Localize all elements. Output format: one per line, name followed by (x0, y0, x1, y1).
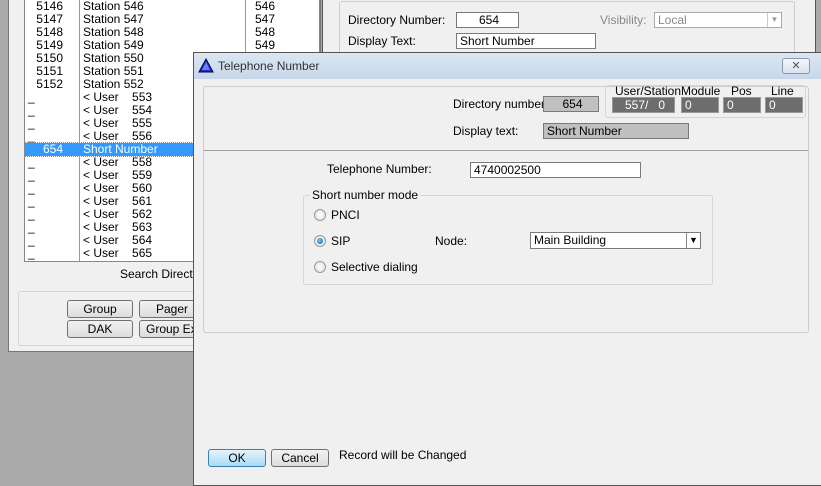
radio-label[interactable]: SIP (331, 234, 350, 248)
node-select[interactable]: Main Building ▼ (530, 232, 701, 249)
bg-visibility-label: Visibility: (600, 13, 647, 27)
directory-number-field: 654 (543, 96, 599, 112)
close-button[interactable]: ✕ (782, 58, 810, 74)
radio-label[interactable]: PNCI (331, 208, 360, 222)
location-value: 557/ 0 (612, 97, 675, 113)
display-text-field: Short Number (543, 123, 689, 139)
app-triangle-icon (198, 58, 214, 73)
directory-number-label: Directory number: (453, 97, 549, 111)
bg-display-field[interactable]: Short Number (456, 33, 596, 49)
list-item[interactable]: 5148 Station 548 548 (25, 26, 319, 39)
cancel-button[interactable]: Cancel (271, 449, 329, 467)
search-directory-label: Search Directo (120, 267, 200, 281)
list-cell-num: _ (28, 246, 35, 260)
chevron-down-icon: ▼ (686, 233, 700, 248)
node-label: Node: (435, 234, 468, 248)
bg-display-label: Display Text: (348, 34, 416, 48)
location-header: Line (771, 84, 794, 98)
display-text-label: Display text: (453, 124, 519, 138)
short-number-mode-legend: Short number mode (310, 188, 421, 202)
detail-window (322, 0, 816, 58)
location-value: 0 (681, 97, 719, 113)
location-value: 0 (765, 97, 803, 113)
status-text: Record will be Changed (339, 448, 467, 462)
telephone-number-label: Telephone Number: (327, 162, 432, 176)
radio-pnci[interactable] (314, 209, 326, 221)
radio-label[interactable]: Selective dialing (331, 260, 418, 274)
bg-visibility-select[interactable]: Local ▼ (654, 12, 782, 28)
location-value: 0 (723, 97, 761, 113)
bg-dir-label: Directory Number: (348, 13, 446, 27)
location-header: Pos (731, 84, 752, 98)
radio-selective-dialing[interactable] (314, 261, 326, 273)
location-header: Module (681, 84, 721, 98)
list-cell-name: < User 565 (83, 246, 153, 260)
close-icon: ✕ (791, 60, 801, 72)
dak-button[interactable]: DAK (67, 320, 133, 338)
title-bar[interactable]: Telephone Number ✕ (194, 53, 821, 79)
dialog-title: Telephone Number (218, 59, 320, 73)
ok-button[interactable]: OK (208, 449, 266, 467)
bg-dir-field[interactable]: 654 (456, 12, 519, 28)
radio-sip[interactable] (314, 235, 326, 247)
telephone-number-input[interactable]: 4740002500 (470, 162, 641, 178)
list-item[interactable]: 5146 Station 546 546 (25, 0, 319, 13)
location-header: User/Station (615, 84, 682, 98)
group-button[interactable]: Group (67, 300, 133, 318)
chevron-down-icon: ▼ (767, 13, 781, 27)
list-item[interactable]: 5149 Station 549 549 (25, 38, 319, 52)
list-item[interactable]: 5147 Station 547 547 (25, 13, 319, 26)
list-cell-ext: 549 (255, 38, 276, 52)
